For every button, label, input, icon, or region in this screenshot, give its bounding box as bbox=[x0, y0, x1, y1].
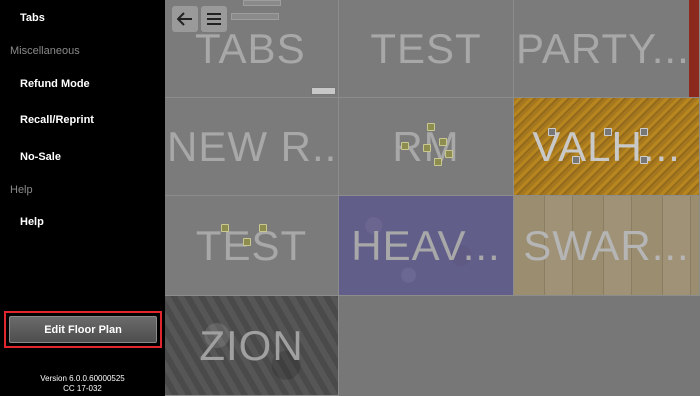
edit-floor-plan-button[interactable]: Edit Floor Plan bbox=[9, 316, 157, 343]
table-markers bbox=[514, 98, 699, 195]
sidebar-item-help[interactable]: Help bbox=[20, 216, 44, 228]
table-marker bbox=[640, 128, 648, 136]
room-tile-label: TEST bbox=[370, 24, 482, 72]
table-marker bbox=[439, 138, 447, 146]
room-tile-valh[interactable]: VALH... bbox=[514, 98, 700, 196]
room-tile-zion[interactable]: ZION bbox=[165, 296, 339, 396]
table-marker bbox=[604, 128, 612, 136]
table-marker bbox=[445, 150, 453, 158]
edit-floor-plan-highlight: Edit Floor Plan bbox=[4, 311, 162, 348]
table-marker bbox=[243, 238, 251, 246]
mini-map-bar bbox=[231, 13, 279, 20]
sidebar: Tabs Miscellaneous Refund Mode Recall/Re… bbox=[0, 0, 165, 396]
cc-text: CC 17-032 bbox=[63, 384, 102, 393]
table-marker bbox=[572, 156, 580, 164]
table-marker bbox=[434, 158, 442, 166]
mini-map-bar bbox=[243, 0, 281, 6]
table-marker bbox=[427, 123, 435, 131]
hamburger-menu-icon bbox=[207, 13, 221, 25]
room-tile-label: SWAR... bbox=[523, 221, 690, 269]
table-marker bbox=[221, 224, 229, 232]
floor-plan-grid: TABS TEST PARTY... NEW R... RM VALH... bbox=[165, 0, 700, 396]
table-marker bbox=[401, 142, 409, 150]
mini-map-button bbox=[311, 87, 336, 95]
version-text: Version 6.0.0.60000525 bbox=[40, 374, 125, 383]
room-tile-rm[interactable]: RM bbox=[339, 98, 514, 196]
back-button[interactable] bbox=[172, 6, 198, 32]
sidebar-header-miscellaneous: Miscellaneous bbox=[10, 45, 80, 57]
sidebar-item-no-sale[interactable]: No-Sale bbox=[20, 151, 61, 163]
room-tile-test-2[interactable]: TEST bbox=[165, 196, 339, 296]
room-tile-label: NEW R... bbox=[167, 122, 339, 170]
room-tile-party[interactable]: PARTY... bbox=[514, 0, 700, 98]
room-tile-label: ZION bbox=[199, 321, 304, 369]
table-marker bbox=[548, 128, 556, 136]
sidebar-item-refund-mode[interactable]: Refund Mode bbox=[20, 78, 90, 90]
back-arrow-icon bbox=[177, 12, 192, 26]
room-texture-edge bbox=[689, 0, 699, 97]
table-marker bbox=[259, 224, 267, 232]
menu-button[interactable] bbox=[201, 6, 227, 32]
room-tile-new-r[interactable]: NEW R... bbox=[165, 98, 339, 196]
room-tile-test[interactable]: TEST bbox=[339, 0, 514, 98]
table-markers bbox=[165, 196, 338, 295]
sidebar-item-tabs[interactable]: Tabs bbox=[20, 12, 45, 24]
room-tile-swar[interactable]: SWAR... bbox=[514, 196, 700, 296]
table-markers bbox=[339, 98, 513, 195]
sidebar-header-help: Help bbox=[10, 184, 33, 196]
table-marker bbox=[423, 144, 431, 152]
sidebar-item-recall-reprint[interactable]: Recall/Reprint bbox=[20, 114, 94, 126]
table-marker bbox=[640, 156, 648, 164]
room-tile-label: HEAV... bbox=[351, 221, 501, 269]
room-tile-label: PARTY... bbox=[516, 24, 690, 72]
room-tile-heav[interactable]: HEAV... bbox=[339, 196, 514, 296]
